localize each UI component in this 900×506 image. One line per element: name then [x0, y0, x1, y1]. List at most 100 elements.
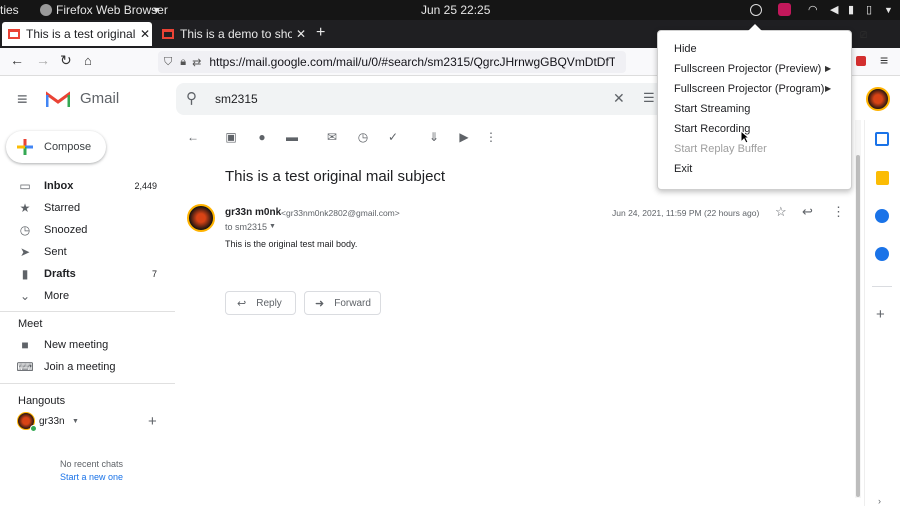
menu-item-start-recording[interactable]: Start Recording	[674, 123, 750, 135]
star-icon[interactable]: ☆	[775, 204, 787, 220]
inbox-icon: ▭	[19, 179, 31, 193]
chevron-down-icon[interactable]: ▼	[72, 418, 79, 425]
search-options-icon[interactable]: ☰	[643, 90, 655, 106]
start-chat-link[interactable]: Start a new one	[60, 472, 123, 482]
mark-unread-icon[interactable]: ✉	[325, 130, 339, 144]
obs-tray-icon[interactable]	[750, 4, 762, 16]
sidebar-item-count: 2,449	[134, 181, 157, 191]
menu-item-fullscreen-projector-program[interactable]: Fullscreen Projector (Program)	[674, 83, 824, 95]
menu-item-fullscreen-projector-preview[interactable]: Fullscreen Projector (Preview)	[674, 63, 821, 75]
sidebar-item-label: New meeting	[44, 339, 109, 351]
forward-label: Forward	[334, 297, 371, 309]
gmail-logo-icon[interactable]	[45, 91, 71, 108]
sidebar-item-count: 7	[151, 269, 157, 279]
compose-label: Compose	[44, 141, 92, 153]
send-icon: ➤	[19, 245, 31, 259]
email-subject: This is a test original mail subject	[225, 168, 446, 185]
sidebar-item-join-meeting[interactable]: ⌨ Join a meeting	[0, 356, 175, 378]
compose-button[interactable]: Compose	[6, 131, 106, 163]
gmail-favicon-icon	[162, 29, 174, 39]
snooze-icon[interactable]: ◷	[356, 130, 370, 144]
menu-arrow	[748, 24, 762, 31]
more-options-icon[interactable]: ⋮	[484, 130, 498, 144]
firefox-icon	[40, 4, 52, 16]
back-icon[interactable]: ←	[10, 52, 24, 68]
scrollbar-thumb[interactable]	[856, 155, 860, 497]
calendar-icon[interactable]	[875, 132, 889, 146]
forward-icon[interactable]: →	[36, 52, 50, 68]
wifi-icon: ◠	[808, 4, 818, 16]
sidebar-item-label: Starred	[44, 202, 81, 214]
sidebar-item-drafts[interactable]: ▮ Drafts 7	[0, 263, 175, 285]
add-task-icon[interactable]: ✓	[386, 130, 400, 144]
tab-inactive[interactable]: This is a demo to show sp ✕	[158, 22, 308, 46]
tab-close-icon[interactable]: ✕	[140, 27, 150, 41]
mouse-cursor-icon	[740, 129, 751, 149]
sidebar-item-starred[interactable]: ★ Starred	[0, 197, 175, 219]
sidebar-divider	[0, 383, 175, 384]
url-bar[interactable]: ⛉ 🔒︎ ⇄ https://mail.google.com/mail/u/0/…	[158, 51, 626, 73]
sidebar-item-snoozed[interactable]: ◷ Snoozed	[0, 219, 175, 241]
permissions-icon: ⇄	[192, 56, 202, 69]
clock[interactable]: Jun 25 22:25	[421, 3, 490, 17]
sidebar-item-label: More	[44, 290, 70, 302]
contacts-icon[interactable]	[875, 247, 889, 261]
menu-item-start-replay-buffer: Start Replay Buffer	[674, 143, 767, 155]
lock-icon: 🔒︎	[180, 55, 187, 68]
activities-button[interactable]: ties	[0, 3, 19, 17]
sender-name[interactable]: gr33n m0nk	[225, 207, 281, 218]
reply-button[interactable]: ↩ Reply	[225, 291, 296, 315]
microphone-icon: ▮	[848, 4, 855, 16]
sidebar-item-inbox[interactable]: ▭ Inbox 2,449	[0, 175, 175, 197]
app-tray-icon[interactable]	[778, 3, 791, 16]
menu-item-hide[interactable]: Hide	[674, 43, 697, 55]
tab-close-icon[interactable]: ✕	[296, 27, 306, 41]
back-to-list-icon[interactable]: ←	[186, 130, 200, 144]
reply-icon: ↩	[237, 297, 247, 310]
hangouts-user[interactable]: gr33n	[39, 416, 65, 427]
report-spam-icon[interactable]: ●	[255, 130, 269, 144]
search-icon[interactable]: ⚲	[186, 89, 197, 107]
sidebar-item-sent[interactable]: ➤ Sent	[0, 241, 175, 263]
video-camera-icon: ■	[21, 338, 29, 352]
forward-button[interactable]: ➜ Forward	[304, 291, 381, 315]
chevron-down-icon[interactable]: ▼	[269, 223, 276, 230]
account-avatar[interactable]	[866, 87, 890, 111]
hangouts-heading: Hangouts	[18, 395, 66, 407]
reply-icon[interactable]: ↩	[802, 204, 813, 220]
sidebar-item-label: Inbox	[44, 180, 74, 192]
extension-badge-icon[interactable]	[856, 56, 866, 66]
expand-panel-icon[interactable]: ›	[878, 496, 881, 506]
sidebar-item-new-meeting[interactable]: ■ New meeting	[0, 334, 175, 356]
sidebar-item-more[interactable]: ⌄ More	[0, 285, 175, 307]
recipient-line[interactable]: to sm2315	[225, 222, 267, 232]
keyboard-icon: ⌨	[16, 360, 34, 374]
more-options-icon[interactable]: ⋮	[832, 204, 845, 220]
tasks-icon[interactable]	[875, 209, 889, 223]
system-top-bar: ties Firefox Web Browser ▼ Jun 25 22:25 …	[0, 0, 900, 20]
app-menu-icon[interactable]: ≡	[880, 52, 888, 68]
menu-item-start-streaming[interactable]: Start Streaming	[674, 103, 750, 115]
submenu-arrow-icon: ▶	[825, 84, 832, 93]
extension-icon[interactable]: ⎚	[860, 30, 867, 41]
label-icon[interactable]: ▶	[457, 130, 471, 144]
delete-icon[interactable]: ▬	[285, 130, 299, 144]
tab-title: This is a test original mai	[26, 27, 138, 41]
archive-icon[interactable]: ▣	[224, 130, 238, 144]
add-contact-icon[interactable]: +	[148, 413, 157, 430]
no-chats-text: No recent chats	[60, 459, 124, 469]
reload-icon[interactable]: ↻	[60, 52, 72, 69]
get-addons-icon[interactable]: +	[876, 306, 885, 323]
keep-icon[interactable]	[876, 171, 889, 185]
clear-search-icon[interactable]: ✕	[613, 90, 625, 107]
new-tab-icon[interactable]: +	[316, 24, 325, 42]
system-menu-icon[interactable]: ▼	[884, 5, 893, 15]
home-icon[interactable]: ⌂	[84, 53, 92, 68]
main-menu-icon[interactable]: ≡	[17, 89, 28, 110]
compose-plus-icon	[16, 138, 34, 156]
search-input[interactable]: sm2315	[215, 92, 258, 106]
menu-item-exit[interactable]: Exit	[674, 163, 692, 175]
tab-active[interactable]: This is a test original mai ✕	[2, 22, 152, 46]
move-to-icon[interactable]: ⇓	[427, 130, 441, 144]
sidebar-item-label: Join a meeting	[44, 361, 116, 373]
